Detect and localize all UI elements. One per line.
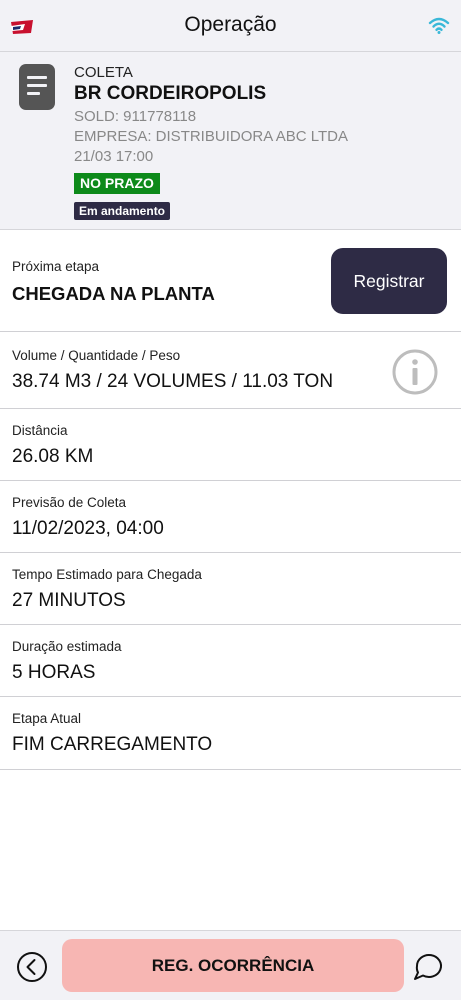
eta-row: Tempo Estimado para Chegada 27 MINUTOS <box>0 553 461 625</box>
distance-row: Distância 26.08 KM <box>0 409 461 481</box>
top-bar: Operação <box>0 0 461 52</box>
pickup-forecast-label: Previsão de Coleta <box>12 495 127 510</box>
chevron-left-circle-icon[interactable] <box>16 951 48 983</box>
current-step-value: FIM CARREGAMENTO <box>12 734 213 755</box>
operation-datetime: 21/03 17:00 <box>74 148 154 165</box>
page-title: Operação <box>184 13 277 36</box>
volume-value: 38.74 M3 / 24 VOLUMES / 11.03 TON <box>12 371 334 392</box>
sold-number: SOLD: 911778118 <box>74 108 197 125</box>
wifi-icon <box>428 17 450 34</box>
distance-value: 26.08 KM <box>12 446 94 467</box>
operation-type: COLETA <box>74 64 133 81</box>
deadline-badge: NO PRAZO <box>74 173 160 194</box>
duration-value: 5 HORAS <box>12 662 96 683</box>
next-step-row: Próxima etapa CHEGADA NA PLANTA Registra… <box>0 231 461 332</box>
volume-row: Volume / Quantidade / Peso 38.74 M3 / 24… <box>0 332 461 409</box>
eta-label: Tempo Estimado para Chegada <box>12 567 202 582</box>
next-step-value: CHEGADA NA PLANTA <box>12 283 215 304</box>
bottom-bar: REG. OCORRÊNCIA <box>0 930 461 1000</box>
volume-label: Volume / Quantidade / Peso <box>12 348 181 363</box>
info-icon[interactable] <box>391 348 439 396</box>
duration-row: Duração estimada 5 HORAS <box>0 625 461 697</box>
current-step-label: Etapa Atual <box>12 711 82 726</box>
current-step-row: Etapa Atual FIM CARREGAMENTO <box>0 697 461 770</box>
company-name: EMPRESA: DISTRIBUIDORA ABC LTDA <box>74 128 348 145</box>
pickup-forecast-value: 11/02/2023, 04:00 <box>12 518 164 539</box>
pickup-forecast-row: Previsão de Coleta 11/02/2023, 04:00 <box>0 481 461 553</box>
chat-bubble-icon[interactable] <box>411 948 447 984</box>
location-name: BR CORDEIROPOLIS <box>74 83 267 104</box>
register-occurrence-button[interactable]: REG. OCORRÊNCIA <box>62 939 404 992</box>
distance-label: Distância <box>12 423 68 438</box>
register-button[interactable]: Registrar <box>331 248 447 314</box>
eta-value: 27 MINUTOS <box>12 590 126 611</box>
operation-header: COLETA BR CORDEIROPOLIS SOLD: 911778118 … <box>0 52 461 230</box>
next-step-label: Próxima etapa <box>12 259 100 274</box>
document-icon <box>19 64 55 110</box>
status-badge: Em andamento <box>74 202 171 220</box>
duration-label: Duração estimada <box>12 639 122 654</box>
